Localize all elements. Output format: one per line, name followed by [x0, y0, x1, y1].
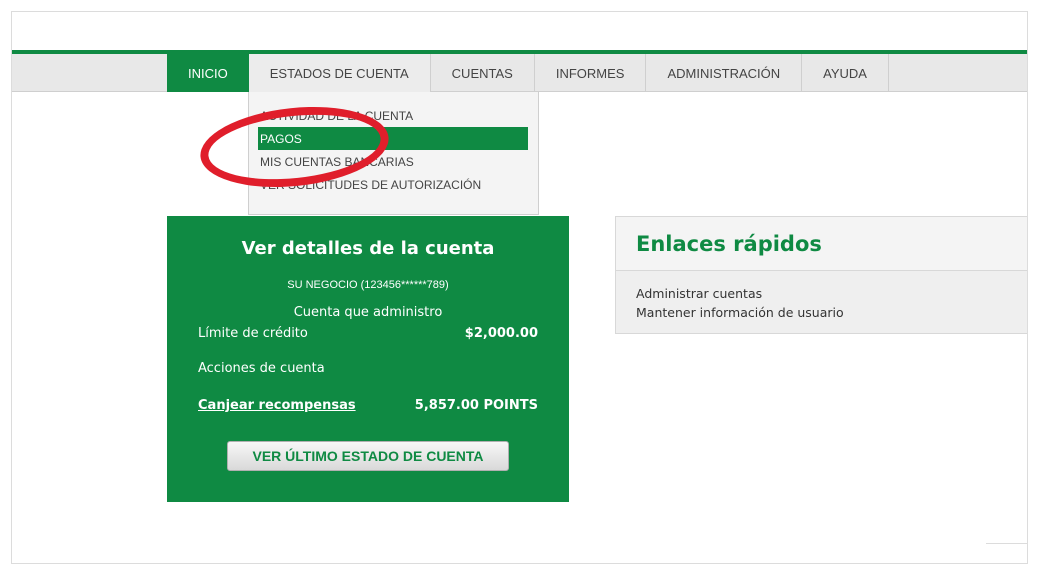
- tab-informes[interactable]: INFORMES: [535, 54, 647, 92]
- quick-link-administrar-cuentas[interactable]: Administrar cuentas: [636, 284, 1027, 303]
- estados-de-cuenta-dropdown: ACTIVIDAD DE LA CUENTA PAGOS MIS CUENTAS…: [248, 92, 539, 215]
- tab-estados-de-cuenta[interactable]: ESTADOS DE CUENTA: [248, 54, 431, 92]
- browser-viewport: INICIO ESTADOS DE CUENTA CUENTAS INFORME…: [11, 11, 1028, 564]
- tab-ayuda[interactable]: AYUDA: [802, 54, 889, 92]
- menu-item-actividad-de-la-cuenta[interactable]: ACTIVIDAD DE LA CUENTA: [258, 104, 528, 127]
- quick-links-title: Enlaces rápidos: [616, 217, 1027, 271]
- nav-tabs: INICIO ESTADOS DE CUENTA CUENTAS INFORME…: [167, 54, 889, 92]
- quick-links-list: Administrar cuentas Mantener información…: [616, 271, 1027, 322]
- account-panel-title: Ver detalles de la cuenta: [241, 238, 495, 259]
- quick-links-panel: Enlaces rápidos Administrar cuentas Mant…: [615, 216, 1027, 334]
- credit-limit-label: Límite de crédito: [198, 326, 308, 341]
- menu-item-mis-cuentas-bancarias[interactable]: MIS CUENTAS BANCARIAS: [258, 150, 528, 173]
- account-details-panel: Ver detalles de la cuenta SU NEGOCIO (12…: [167, 216, 569, 502]
- reward-points-value: 5,857.00 POINTS: [414, 398, 538, 413]
- account-name: SU NEGOCIO (123456******789): [287, 279, 449, 291]
- account-actions-label: Acciones de cuenta: [198, 361, 325, 376]
- account-role: Cuenta que administro: [293, 305, 443, 320]
- tab-cuentas[interactable]: CUENTAS: [431, 54, 535, 92]
- tab-administracion[interactable]: ADMINISTRACIÓN: [646, 54, 803, 92]
- view-latest-statement-button[interactable]: VER ÚLTIMO ESTADO DE CUENTA: [227, 441, 509, 471]
- redeem-rewards-link[interactable]: Canjear recompensas: [198, 398, 356, 413]
- quick-link-mantener-informacion-de-usuario[interactable]: Mantener información de usuario: [636, 303, 1027, 322]
- tab-inicio[interactable]: INICIO: [167, 54, 249, 92]
- menu-item-ver-solicitudes-de-autorizacion[interactable]: VER SOLICITUDES DE AUTORIZACIÓN: [258, 173, 528, 196]
- credit-limit-value: $2,000.00: [464, 326, 538, 341]
- menu-item-pagos[interactable]: PAGOS: [258, 127, 528, 150]
- footer-divider: [986, 543, 1027, 544]
- main-navigation: INICIO ESTADOS DE CUENTA CUENTAS INFORME…: [12, 54, 1027, 92]
